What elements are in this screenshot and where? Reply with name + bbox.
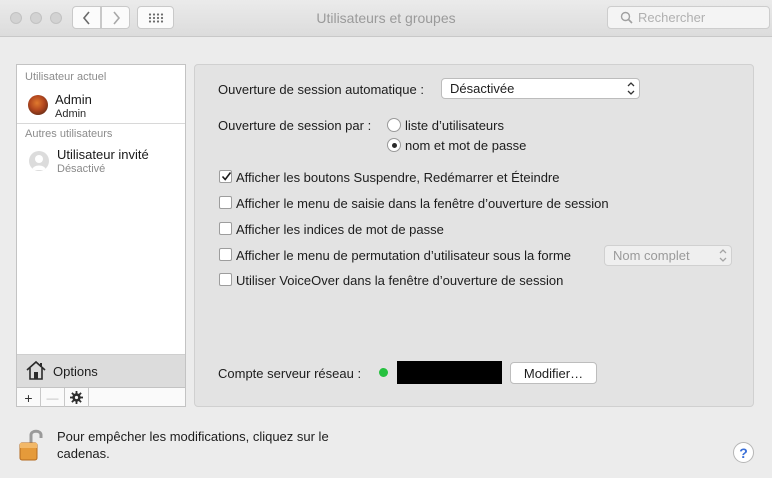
login-display-label: Ouverture de session par : (218, 118, 372, 133)
auto-login-popup[interactable]: Désactivée (441, 78, 640, 99)
options-label: Options (53, 364, 98, 379)
checkbox-voiceover-label: Utiliser VoiceOver dans la fenêtre d’ouv… (236, 273, 564, 288)
modify-button[interactable]: Modifier… (510, 362, 597, 384)
action-menu-button[interactable] (65, 388, 89, 407)
sidebar-tools: + — (17, 387, 185, 407)
fast-switch-popup[interactable]: Nom complet (604, 245, 732, 266)
checkbox-show-input-menu[interactable] (219, 196, 232, 209)
add-user-button[interactable]: + (17, 388, 41, 407)
remove-user-button[interactable]: — (41, 388, 65, 407)
search-placeholder: Rechercher (638, 10, 706, 25)
checkbox-show-sleep-restart-shutdown[interactable] (219, 170, 232, 183)
window-toolbar: Utilisateurs et groupes Rechercher (0, 0, 772, 37)
search-field[interactable]: Rechercher (607, 6, 770, 29)
login-options-panel: Ouverture de session automatique : Désac… (194, 64, 754, 407)
search-icon (620, 11, 633, 24)
checkmark-icon (221, 172, 232, 181)
fast-switch-value: Nom complet (613, 248, 690, 263)
radio-name-password[interactable] (387, 138, 401, 152)
checkbox-show-password-hints-label: Afficher les indices de mot de passe (236, 222, 444, 237)
lock-icon[interactable] (16, 427, 48, 462)
chevron-updown-icon (719, 249, 727, 262)
radio-user-list-label: liste d’utilisateurs (405, 118, 504, 133)
checkbox-fast-user-switching[interactable] (219, 248, 232, 261)
sidebar-divider (17, 123, 185, 124)
admin-avatar (28, 95, 48, 115)
guest-avatar-icon (29, 151, 49, 171)
gear-icon (70, 391, 83, 404)
checkbox-voiceover[interactable] (219, 273, 232, 286)
help-button[interactable]: ? (733, 442, 754, 463)
users-sidebar: Utilisateur actuel Admin Admin Autres ut… (16, 64, 186, 407)
radio-user-list[interactable] (387, 118, 401, 132)
house-icon (26, 360, 46, 380)
guest-name: Utilisateur invité (57, 147, 149, 162)
current-user-header: Utilisateur actuel (25, 71, 107, 83)
auto-login-value: Désactivée (450, 81, 515, 96)
radio-name-password-label: nom et mot de passe (405, 138, 527, 153)
redacted-server-name (397, 361, 502, 384)
user-row-guest[interactable]: Utilisateur invité Désactivé (17, 145, 185, 177)
checkbox-show-input-menu-label: Afficher le menu de saisie dans la fenêt… (236, 196, 609, 211)
checkbox-show-sleep-restart-shutdown-label: Afficher les boutons Suspendre, Redémarr… (236, 170, 560, 185)
login-options-item[interactable]: Options (17, 354, 185, 387)
admin-name: Admin (55, 92, 92, 107)
admin-role: Admin (55, 108, 87, 120)
chevron-updown-icon (627, 82, 635, 95)
auto-login-label: Ouverture de session automatique : (218, 82, 424, 97)
checkbox-fast-user-switching-label: Afficher le menu de permutation d’utilis… (236, 248, 572, 263)
checkbox-show-password-hints[interactable] (219, 222, 232, 235)
network-server-label: Compte serveur réseau : (218, 366, 362, 381)
other-users-header: Autres utilisateurs (25, 128, 113, 140)
lock-message: Pour empêcher les modifications, cliquez… (57, 429, 329, 461)
user-row-admin[interactable]: Admin Admin (17, 89, 185, 121)
guest-status: Désactivé (57, 163, 106, 175)
network-status-dot (379, 368, 388, 377)
